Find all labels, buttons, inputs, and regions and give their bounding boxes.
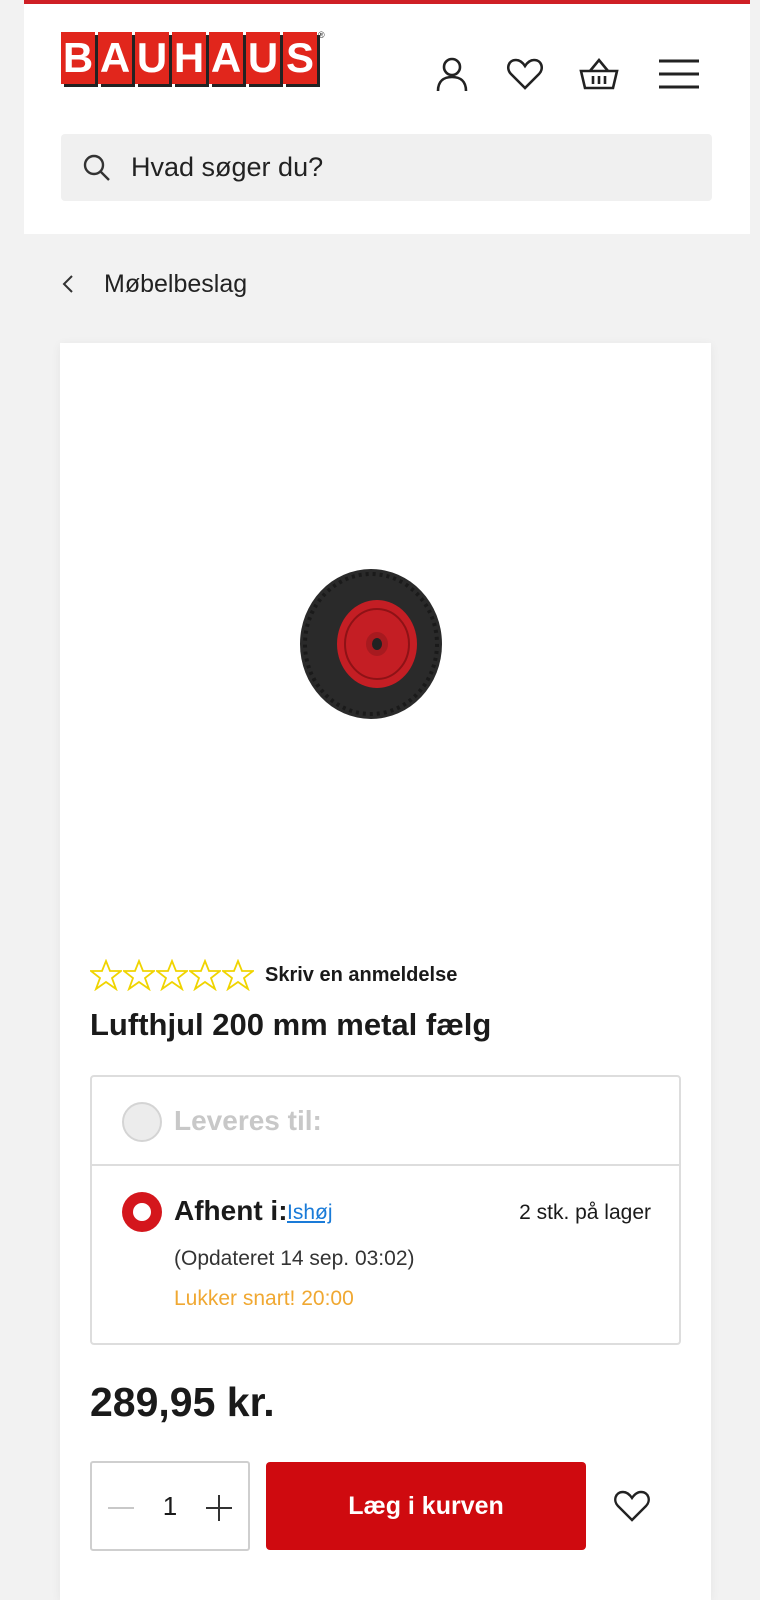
search-icon <box>83 154 110 181</box>
logo-letter: S <box>283 32 317 84</box>
search-input[interactable]: Hvad søger du? <box>61 134 712 201</box>
heart-icon[interactable] <box>505 54 545 94</box>
store-closing-notice: Lukker snart! 20:00 <box>174 1287 354 1310</box>
radio-dot <box>133 1203 151 1221</box>
star-icon <box>222 959 254 991</box>
logo-letter: A <box>209 32 243 84</box>
search-placeholder: Hvad søger du? <box>131 152 324 182</box>
logo-letter: B <box>61 32 95 84</box>
plus-icon[interactable] <box>204 1493 234 1523</box>
menu-icon[interactable] <box>657 54 701 94</box>
pickup-label: Afhent i: <box>174 1195 288 1226</box>
product-rating: Skriv en anmeldelse <box>90 959 457 991</box>
add-to-cart-button[interactable]: Læg i kurven <box>266 1462 586 1550</box>
rating-stars[interactable] <box>90 959 255 991</box>
write-review-link[interactable]: Skriv en anmeldelse <box>265 964 457 987</box>
product-price: 289,95 kr. <box>90 1379 275 1425</box>
delivery-option[interactable]: Leveres til: <box>92 1077 679 1166</box>
site-header: B A U H A U S ® Hvad søger du? <box>24 0 750 234</box>
quantity-stepper: 1 <box>90 1461 250 1551</box>
delivery-label: Leveres til: <box>174 1105 322 1136</box>
chevron-left-icon <box>62 275 73 293</box>
logo-registered-mark: ® <box>318 30 325 40</box>
product-card: Skriv en anmeldelse Lufthjul 200 mm meta… <box>60 343 711 1600</box>
user-icon[interactable] <box>432 54 472 94</box>
star-icon <box>189 959 221 991</box>
star-icon <box>123 959 155 991</box>
bauhaus-logo[interactable]: B A U H A U S ® <box>61 30 357 84</box>
store-link[interactable]: Ishøj <box>287 1201 333 1225</box>
logo-letter: H <box>172 32 206 84</box>
basket-icon[interactable] <box>579 54 619 94</box>
stock-updated-time: (Opdateret 14 sep. 03:02) <box>174 1247 415 1270</box>
product-image[interactable] <box>298 567 444 721</box>
heart-icon[interactable] <box>613 1487 651 1525</box>
breadcrumb[interactable]: Møbelbeslag <box>60 266 247 302</box>
delivery-radio[interactable] <box>122 1102 162 1142</box>
star-icon <box>90 959 122 991</box>
delivery-options: Leveres til: Afhent i: Ishøj 2 stk. på l… <box>90 1075 681 1345</box>
pickup-radio[interactable] <box>122 1192 162 1232</box>
logo-letter: U <box>246 32 280 84</box>
breadcrumb-label: Møbelbeslag <box>104 269 248 298</box>
logo-letter: A <box>98 32 132 84</box>
star-icon <box>156 959 188 991</box>
stock-status: 2 stk. på lager <box>519 1201 651 1224</box>
logo-letter: U <box>135 32 169 84</box>
product-title: Lufthjul 200 mm metal fælg <box>90 1007 492 1042</box>
